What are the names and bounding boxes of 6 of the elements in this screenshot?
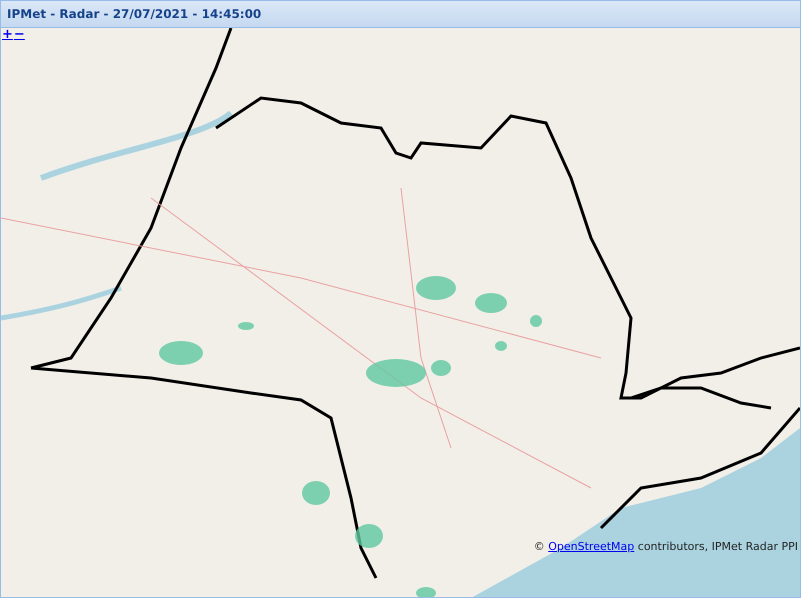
zoom-out-link[interactable]: − (14, 28, 25, 41)
radar-map-drawing[interactable] (1, 28, 800, 597)
zoom-in-link[interactable]: + (2, 28, 13, 41)
window-title: IPMet - Radar - 27/07/2021 - 14:45:00 (7, 7, 262, 21)
openstreetmap-link[interactable]: OpenStreetMap (548, 540, 634, 553)
map-attribution: © OpenStreetMap contributors, IPMet Radar PPI (534, 540, 798, 553)
